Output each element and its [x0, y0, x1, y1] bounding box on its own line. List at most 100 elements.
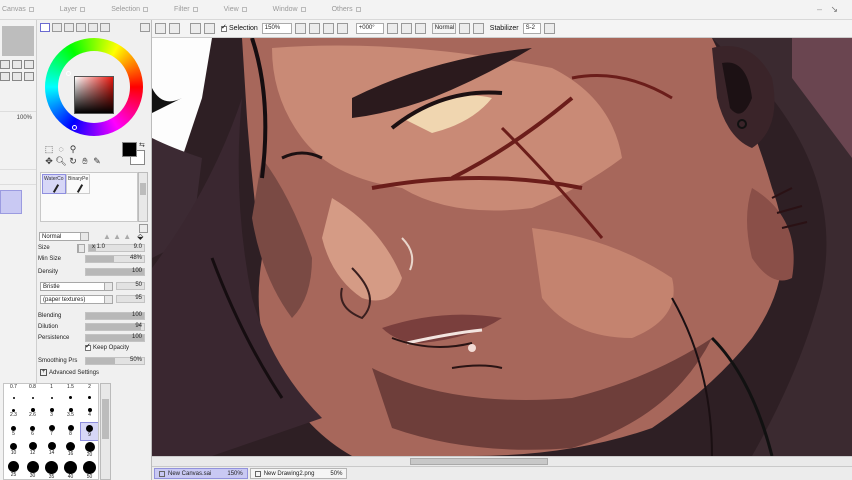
paper-strength-slider[interactable]: 95 [116, 295, 145, 303]
fill-button[interactable] [204, 23, 215, 34]
navigator-zoom-out-button[interactable] [12, 60, 22, 69]
smoothing-slider[interactable]: 50% [85, 357, 145, 365]
view-mode-dropdown-icon[interactable] [458, 23, 470, 34]
layer-row[interactable] [0, 160, 36, 170]
dilution-slider[interactable]: 94 [85, 323, 145, 331]
paper-texture-select[interactable]: (paper textures) [40, 295, 113, 304]
brush-size-scroll-thumb[interactable] [102, 399, 109, 439]
navigator-reset-button[interactable] [24, 60, 34, 69]
brush-size-option[interactable]: 12 [23, 441, 42, 460]
brush-size-option[interactable]: 30 [23, 460, 42, 479]
eyedropper-tool-icon[interactable]: ✎ [91, 155, 103, 167]
menu-selection[interactable]: Selection [111, 6, 149, 13]
rotate-right-button[interactable] [400, 23, 412, 34]
lasso-tool-icon[interactable]: ◌ [55, 143, 67, 155]
view-mode-field[interactable]: Normal [431, 23, 456, 34]
size-slider[interactable]: x 1.0 9.0 [88, 244, 145, 252]
canvas-horizontal-scrollbar[interactable] [152, 456, 852, 466]
brush-size-option[interactable]: 20 [80, 441, 98, 460]
brush-size-option[interactable]: 50 [80, 460, 98, 479]
brush-size-option[interactable]: 16 [61, 441, 80, 460]
menu-view[interactable]: View [224, 6, 247, 13]
brush-size-option[interactable]: 10 [4, 441, 23, 460]
hand-tool-icon[interactable]: ✋︎ [79, 155, 91, 167]
density-slider[interactable]: 100 [85, 268, 145, 276]
brush-size-option[interactable]: 4 [80, 403, 98, 422]
brush-flip-icon[interactable]: ⬙ [137, 232, 143, 241]
hsv-slider-tab[interactable] [64, 23, 74, 32]
navigator-zoom-in-button[interactable] [0, 60, 10, 69]
color-marker[interactable] [72, 125, 77, 130]
keep-opacity-row[interactable]: Keep Opacity [85, 342, 129, 351]
brush-size-option[interactable]: 3.5 [61, 403, 80, 422]
saturation-value-square[interactable] [74, 76, 114, 114]
hue-marker[interactable] [66, 71, 71, 76]
selection-toggle[interactable]: Selection [221, 23, 258, 32]
panel-option-button[interactable] [140, 23, 150, 32]
brush-size-option[interactable]: 6 [23, 422, 42, 441]
document-tab-new-canvas[interactable]: New Canvas.sai 150% [154, 468, 248, 479]
stabilizer-dropdown-icon[interactable] [543, 23, 555, 34]
texture-strength-slider[interactable]: 50 [116, 282, 145, 290]
selection-tool-icon[interactable]: ⬚ [43, 143, 55, 155]
brush-size-option[interactable]: 35 [42, 460, 61, 479]
brush-size-option[interactable]: 14 [42, 441, 61, 460]
brush-grid-scrollbar[interactable] [138, 172, 148, 222]
brush-size-option[interactable]: 1 [42, 384, 61, 403]
color-palette-tab[interactable] [76, 23, 86, 32]
swap-colors-icon[interactable]: ⇆ [139, 141, 145, 149]
rotate-left-button[interactable] [386, 23, 398, 34]
brush-watercolor[interactable]: WaterCo [42, 174, 66, 194]
brush-size-option[interactable]: 9 [80, 422, 98, 441]
brush-size-option[interactable]: 5 [4, 422, 23, 441]
persistence-slider[interactable]: 100 [85, 334, 145, 342]
swatches-tab[interactable] [100, 23, 110, 32]
advanced-settings-row[interactable]: + Advanced Settings [40, 369, 99, 376]
color-wheel[interactable] [45, 38, 143, 136]
brush-binarypen[interactable]: BinaryPe [66, 174, 90, 194]
brush-size-option[interactable]: 7 [42, 422, 61, 441]
size-multiplier-select[interactable] [77, 244, 85, 253]
expand-icon[interactable]: + [40, 369, 47, 376]
menu-canvas[interactable]: Canvas [2, 6, 34, 13]
document-tab-new-drawing2[interactable]: New Drawing2.png 50% [249, 468, 348, 479]
brush-shape-icons[interactable]: ▲ ▲ ▲ [103, 232, 131, 241]
brush-size-option[interactable]: 1.5 [61, 384, 80, 403]
navigator-preview[interactable] [2, 26, 34, 56]
canvas-scroll-thumb[interactable] [410, 458, 548, 465]
move-tool-icon[interactable]: ✥ [43, 155, 55, 167]
zoom-tool-icon[interactable]: 🔍︎ [55, 155, 67, 167]
keep-opacity-checkbox[interactable] [85, 342, 91, 351]
layer-row-selected[interactable] [0, 190, 22, 214]
brush-size-option[interactable]: 2 [80, 384, 98, 403]
clear-button[interactable] [190, 23, 201, 34]
brush-size-option[interactable]: 40 [61, 460, 80, 479]
brush-size-option[interactable]: 0.8 [23, 384, 42, 403]
brush-size-option[interactable]: 8 [61, 422, 80, 441]
color-wheel-tab[interactable] [40, 23, 50, 32]
invert-selection-button[interactable] [169, 23, 180, 34]
menu-filter[interactable]: Filter [174, 6, 198, 13]
flip-canvas-button[interactable] [472, 23, 484, 34]
zoom-in-button[interactable] [322, 23, 334, 34]
layer-mode-row[interactable] [0, 102, 36, 112]
zoom-out-button[interactable] [308, 23, 320, 34]
navigator-rotate-right-button[interactable] [12, 72, 22, 81]
brush-size-option[interactable]: 0.7 [4, 384, 23, 403]
menu-window[interactable]: Window [273, 6, 306, 13]
foreground-color-swatch[interactable] [122, 142, 137, 157]
stabilizer-field[interactable]: S-2 [522, 23, 541, 34]
rotate-tool-icon[interactable]: ↻ [67, 155, 79, 167]
brush-size-option[interactable]: 3 [42, 403, 61, 422]
brush-size-option[interactable]: 25 [4, 460, 23, 479]
menu-layer[interactable]: Layer [60, 6, 86, 13]
zoom-dropdown-icon[interactable] [294, 23, 306, 34]
brush-grid-scroll-thumb[interactable] [140, 183, 146, 195]
min-size-slider[interactable]: 48% [85, 255, 145, 263]
drawing-canvas[interactable] [152, 38, 852, 456]
texture-select[interactable]: Bristle [40, 282, 113, 291]
rgb-slider-tab[interactable] [52, 23, 62, 32]
brush-size-option[interactable]: 2.6 [23, 403, 42, 422]
navigator-rotate-left-button[interactable] [0, 72, 10, 81]
zoom-reset-button[interactable] [336, 23, 348, 34]
